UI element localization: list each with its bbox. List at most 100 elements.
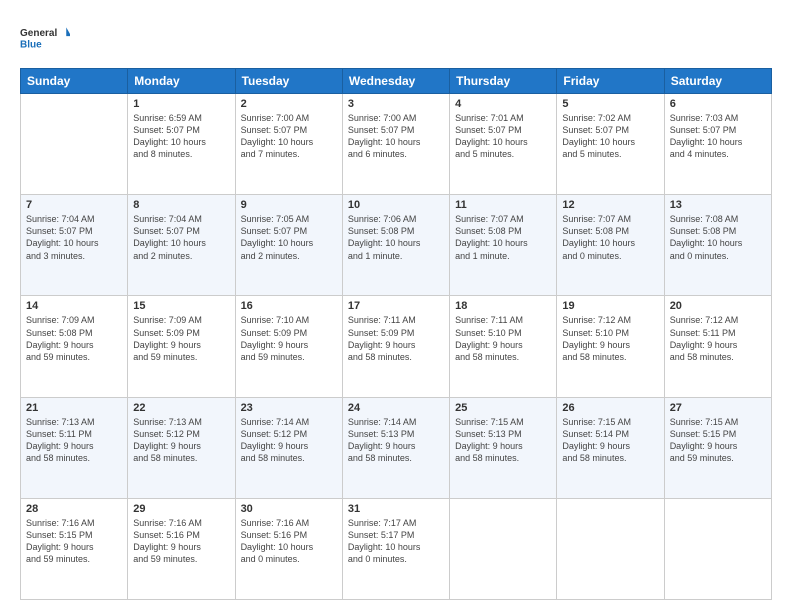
calendar-header-day: Saturday: [664, 69, 771, 94]
day-info: Sunrise: 7:00 AM Sunset: 5:07 PM Dayligh…: [348, 112, 444, 161]
calendar-day-cell: 3 Sunrise: 7:00 AM Sunset: 5:07 PM Daylig…: [342, 94, 449, 195]
calendar-day-cell: 29Sunrise: 7:16 AM Sunset: 5:16 PM Dayli…: [128, 498, 235, 599]
day-number: 6: [670, 98, 766, 110]
calendar-day-cell: 5 Sunrise: 7:02 AM Sunset: 5:07 PM Daylig…: [557, 94, 664, 195]
calendar-day-cell: 15 Sunrise: 7:09 AM Sunset: 5:09 PM Dayli…: [128, 296, 235, 397]
day-number: 4: [455, 98, 551, 110]
calendar-day-cell: 23 Sunrise: 7:14 AM Sunset: 5:12 PM Dayli…: [235, 397, 342, 498]
day-info: Sunrise: 7:16 AM Sunset: 5:16 PM Dayligh…: [241, 517, 337, 566]
logo: General Blue: [20, 18, 70, 58]
calendar-day-cell: [21, 94, 128, 195]
calendar-week-row: 28Sunrise: 7:16 AM Sunset: 5:15 PM Dayli…: [21, 498, 772, 599]
day-info: Sunrise: 7:11 AM Sunset: 5:10 PM Dayligh…: [455, 314, 551, 363]
day-number: 9: [241, 199, 337, 211]
calendar-day-cell: [557, 498, 664, 599]
day-number: 8: [133, 199, 229, 211]
calendar-day-cell: 28Sunrise: 7:16 AM Sunset: 5:15 PM Dayli…: [21, 498, 128, 599]
day-number: 21: [26, 402, 122, 414]
calendar-day-cell: 8 Sunrise: 7:04 AM Sunset: 5:07 PM Daylig…: [128, 195, 235, 296]
day-info: Sunrise: 7:09 AM Sunset: 5:08 PM Dayligh…: [26, 314, 122, 363]
day-info: Sunrise: 7:07 AM Sunset: 5:08 PM Dayligh…: [455, 213, 551, 262]
day-info: Sunrise: 7:00 AM Sunset: 5:07 PM Dayligh…: [241, 112, 337, 161]
calendar-day-cell: 10Sunrise: 7:06 AM Sunset: 5:08 PM Dayli…: [342, 195, 449, 296]
calendar-day-cell: 16 Sunrise: 7:10 AM Sunset: 5:09 PM Dayli…: [235, 296, 342, 397]
calendar-day-cell: 22Sunrise: 7:13 AM Sunset: 5:12 PM Dayli…: [128, 397, 235, 498]
day-number: 19: [562, 300, 658, 312]
calendar-header-day: Wednesday: [342, 69, 449, 94]
day-number: 18: [455, 300, 551, 312]
calendar-header-day: Thursday: [450, 69, 557, 94]
day-number: 15: [133, 300, 229, 312]
calendar-day-cell: 30 Sunrise: 7:16 AM Sunset: 5:16 PM Dayli…: [235, 498, 342, 599]
calendar-day-cell: 21Sunrise: 7:13 AM Sunset: 5:11 PM Dayli…: [21, 397, 128, 498]
day-info: Sunrise: 7:04 AM Sunset: 5:07 PM Dayligh…: [133, 213, 229, 262]
calendar-day-cell: 2Sunrise: 7:00 AM Sunset: 5:07 PM Daylig…: [235, 94, 342, 195]
calendar-day-cell: 31Sunrise: 7:17 AM Sunset: 5:17 PM Dayli…: [342, 498, 449, 599]
svg-text:Blue: Blue: [20, 39, 42, 50]
day-info: Sunrise: 7:11 AM Sunset: 5:09 PM Dayligh…: [348, 314, 444, 363]
calendar-day-cell: 1 Sunrise: 6:59 AM Sunset: 5:07 PM Daylig…: [128, 94, 235, 195]
calendar-week-row: 14 Sunrise: 7:09 AM Sunset: 5:08 PM Dayli…: [21, 296, 772, 397]
day-info: Sunrise: 7:02 AM Sunset: 5:07 PM Dayligh…: [562, 112, 658, 161]
day-number: 11: [455, 199, 551, 211]
svg-text:General: General: [20, 28, 57, 39]
calendar-header-day: Tuesday: [235, 69, 342, 94]
day-info: Sunrise: 7:13 AM Sunset: 5:12 PM Dayligh…: [133, 416, 229, 465]
day-number: 26: [562, 402, 658, 414]
calendar-week-row: 7Sunrise: 7:04 AM Sunset: 5:07 PM Daylig…: [21, 195, 772, 296]
day-number: 20: [670, 300, 766, 312]
day-info: Sunrise: 7:14 AM Sunset: 5:12 PM Dayligh…: [241, 416, 337, 465]
day-info: Sunrise: 6:59 AM Sunset: 5:07 PM Dayligh…: [133, 112, 229, 161]
day-number: 16: [241, 300, 337, 312]
day-info: Sunrise: 7:12 AM Sunset: 5:10 PM Dayligh…: [562, 314, 658, 363]
day-info: Sunrise: 7:15 AM Sunset: 5:14 PM Dayligh…: [562, 416, 658, 465]
logo-svg: General Blue: [20, 18, 70, 58]
page: General Blue SundayMondayTuesdayWednesda…: [0, 0, 792, 612]
calendar-day-cell: 4 Sunrise: 7:01 AM Sunset: 5:07 PM Daylig…: [450, 94, 557, 195]
day-info: Sunrise: 7:16 AM Sunset: 5:15 PM Dayligh…: [26, 517, 122, 566]
calendar-body: 1 Sunrise: 6:59 AM Sunset: 5:07 PM Daylig…: [21, 94, 772, 600]
header: General Blue: [20, 18, 772, 58]
calendar-header-day: Friday: [557, 69, 664, 94]
day-info: Sunrise: 7:12 AM Sunset: 5:11 PM Dayligh…: [670, 314, 766, 363]
day-number: 1: [133, 98, 229, 110]
calendar-week-row: 21Sunrise: 7:13 AM Sunset: 5:11 PM Dayli…: [21, 397, 772, 498]
day-info: Sunrise: 7:03 AM Sunset: 5:07 PM Dayligh…: [670, 112, 766, 161]
day-number: 25: [455, 402, 551, 414]
calendar-header-row: SundayMondayTuesdayWednesdayThursdayFrid…: [21, 69, 772, 94]
calendar-day-cell: 19 Sunrise: 7:12 AM Sunset: 5:10 PM Dayli…: [557, 296, 664, 397]
day-number: 12: [562, 199, 658, 211]
day-info: Sunrise: 7:06 AM Sunset: 5:08 PM Dayligh…: [348, 213, 444, 262]
calendar-day-cell: 17 Sunrise: 7:11 AM Sunset: 5:09 PM Dayli…: [342, 296, 449, 397]
day-info: Sunrise: 7:15 AM Sunset: 5:13 PM Dayligh…: [455, 416, 551, 465]
day-info: Sunrise: 7:07 AM Sunset: 5:08 PM Dayligh…: [562, 213, 658, 262]
day-info: Sunrise: 7:10 AM Sunset: 5:09 PM Dayligh…: [241, 314, 337, 363]
day-info: Sunrise: 7:16 AM Sunset: 5:16 PM Dayligh…: [133, 517, 229, 566]
day-info: Sunrise: 7:15 AM Sunset: 5:15 PM Dayligh…: [670, 416, 766, 465]
day-info: Sunrise: 7:14 AM Sunset: 5:13 PM Dayligh…: [348, 416, 444, 465]
calendar-week-row: 1 Sunrise: 6:59 AM Sunset: 5:07 PM Daylig…: [21, 94, 772, 195]
calendar-day-cell: 7Sunrise: 7:04 AM Sunset: 5:07 PM Daylig…: [21, 195, 128, 296]
day-info: Sunrise: 7:01 AM Sunset: 5:07 PM Dayligh…: [455, 112, 551, 161]
calendar-day-cell: 12 Sunrise: 7:07 AM Sunset: 5:08 PM Dayli…: [557, 195, 664, 296]
day-number: 30: [241, 503, 337, 515]
day-number: 17: [348, 300, 444, 312]
day-number: 23: [241, 402, 337, 414]
calendar-day-cell: 18 Sunrise: 7:11 AM Sunset: 5:10 PM Dayli…: [450, 296, 557, 397]
calendar-table: SundayMondayTuesdayWednesdayThursdayFrid…: [20, 68, 772, 600]
calendar-day-cell: 27 Sunrise: 7:15 AM Sunset: 5:15 PM Dayli…: [664, 397, 771, 498]
calendar-day-cell: [450, 498, 557, 599]
day-info: Sunrise: 7:05 AM Sunset: 5:07 PM Dayligh…: [241, 213, 337, 262]
day-number: 14: [26, 300, 122, 312]
day-number: 5: [562, 98, 658, 110]
day-number: 3: [348, 98, 444, 110]
calendar-day-cell: 24 Sunrise: 7:14 AM Sunset: 5:13 PM Dayli…: [342, 397, 449, 498]
calendar-header-day: Monday: [128, 69, 235, 94]
day-number: 27: [670, 402, 766, 414]
day-number: 24: [348, 402, 444, 414]
calendar-header-day: Sunday: [21, 69, 128, 94]
day-info: Sunrise: 7:09 AM Sunset: 5:09 PM Dayligh…: [133, 314, 229, 363]
calendar-day-cell: 14 Sunrise: 7:09 AM Sunset: 5:08 PM Dayli…: [21, 296, 128, 397]
calendar-day-cell: [664, 498, 771, 599]
calendar-day-cell: 13Sunrise: 7:08 AM Sunset: 5:08 PM Dayli…: [664, 195, 771, 296]
